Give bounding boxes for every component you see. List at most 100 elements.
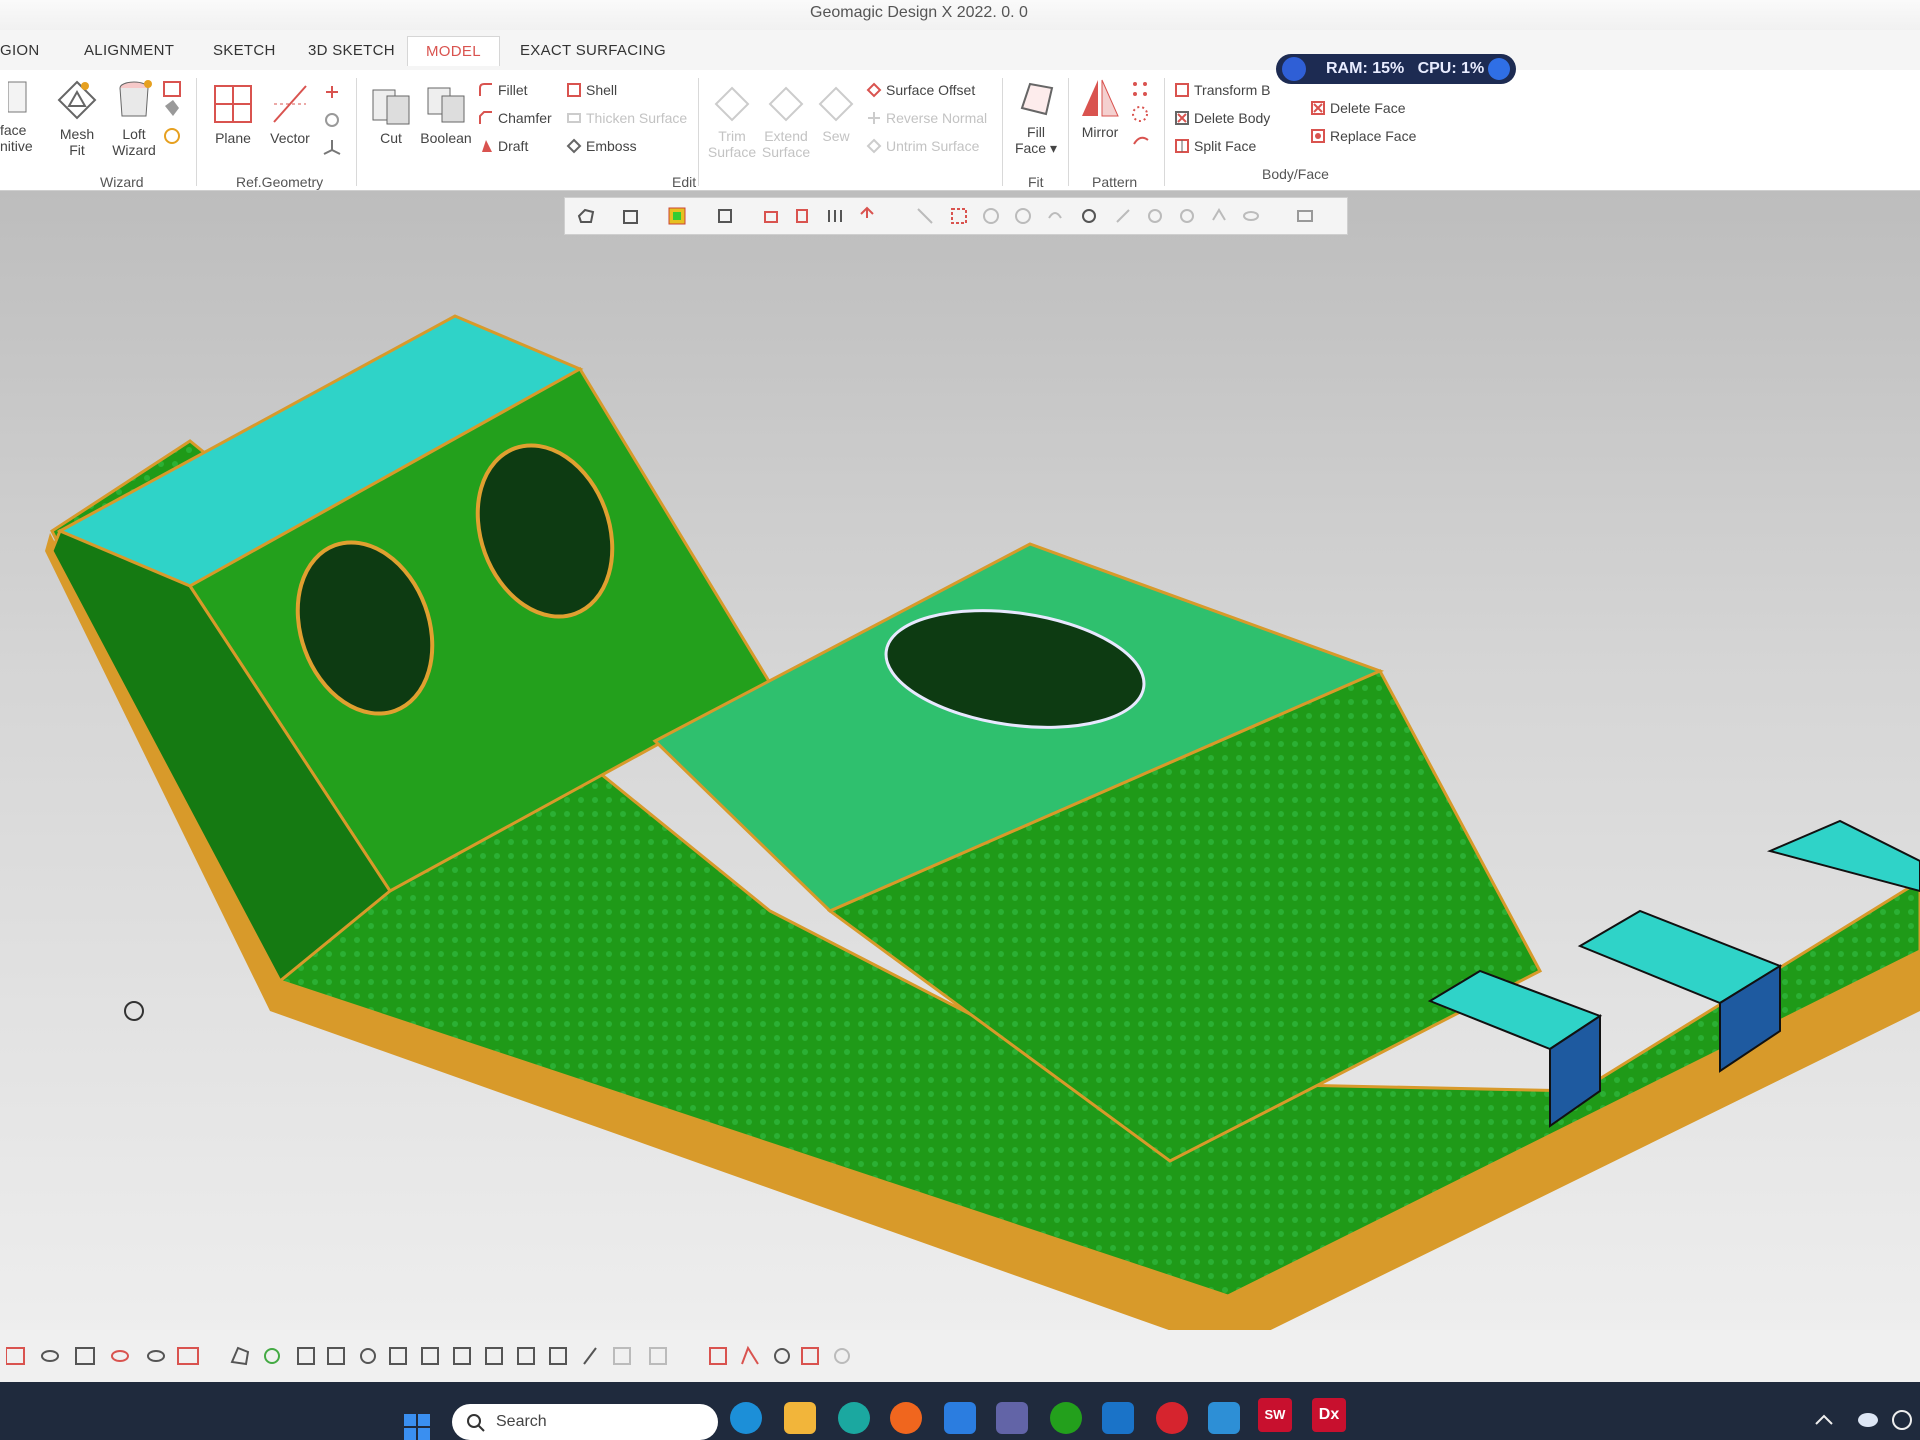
ribbon-panel: face nitive Mesh Fit Loft Wizard Wizard … xyxy=(0,70,1920,191)
right-step-3 xyxy=(1766,819,1920,893)
mirror-icon xyxy=(1082,79,1119,117)
chamfer-label: Chamfer xyxy=(498,110,552,126)
windows-start-icon[interactable] xyxy=(404,1414,434,1440)
edge-browser-icon[interactable] xyxy=(838,1402,870,1434)
replace-face-icon xyxy=(1311,129,1325,143)
edit-group-label: Edit xyxy=(672,174,697,190)
cpu-usage: CPU: 1% xyxy=(1417,60,1485,77)
outlook-icon[interactable] xyxy=(1102,1402,1134,1434)
photos-icon[interactable] xyxy=(1208,1402,1240,1434)
firefox-icon[interactable] xyxy=(890,1402,922,1434)
loft-wizard-label-b: Wizard xyxy=(112,142,156,158)
extend-surface-button[interactable]: Extend Surface xyxy=(760,84,812,160)
ribbon-tabs: GION ALIGNMENT SKETCH 3D SKETCH MODEL EX… xyxy=(0,30,1920,70)
delete-face-icon xyxy=(1311,101,1325,115)
solidworks-icon[interactable]: SW xyxy=(1258,1398,1292,1432)
boolean-icon xyxy=(427,87,465,123)
taskbar-search-box[interactable]: Search xyxy=(452,1404,718,1440)
vector-button[interactable]: Vector xyxy=(264,82,316,146)
performance-monitor[interactable]: RAM: 15% CPU: 1% xyxy=(1276,54,1516,84)
shell-label: Shell xyxy=(586,82,618,98)
ref-point-tools-icon[interactable] xyxy=(320,82,344,158)
reverse-normal-icon xyxy=(868,112,880,124)
emboss-button[interactable]: Emboss xyxy=(566,138,637,154)
delete-body-button[interactable]: Delete Body xyxy=(1174,110,1270,126)
thicken-surface-button[interactable]: Thicken Surface xyxy=(566,110,687,126)
shell-icon xyxy=(567,83,581,97)
delete-body-label: Delete Body xyxy=(1194,110,1271,126)
mesh-fit-button[interactable]: Mesh Fit xyxy=(52,78,102,158)
plane-label: Plane xyxy=(215,130,251,146)
chamfer-icon xyxy=(479,111,492,124)
copilot-icon[interactable] xyxy=(730,1402,762,1434)
fillet-icon xyxy=(479,83,492,96)
fill-face-label-a: Fill xyxy=(1027,124,1045,140)
ribbon-divider xyxy=(1002,78,1003,186)
tab-sketch[interactable]: SKETCH xyxy=(213,42,276,59)
surface-offset-icon xyxy=(866,82,882,98)
transform-body-label: Transform B xyxy=(1194,82,1271,98)
fill-face-button[interactable]: Fill Face ▾ xyxy=(1010,78,1062,156)
design-x-app-icon[interactable]: Dx xyxy=(1312,1398,1346,1432)
loft-wizard-label-a: Loft xyxy=(122,126,146,142)
cut-label: Cut xyxy=(380,130,402,146)
split-face-button[interactable]: Split Face xyxy=(1174,138,1256,154)
tab-model[interactable]: MODEL xyxy=(407,36,500,66)
loft-wizard-icon xyxy=(119,80,152,117)
sew-button[interactable]: Sew xyxy=(814,84,858,144)
red-app-icon[interactable] xyxy=(1156,1402,1188,1434)
delete-body-icon xyxy=(1175,111,1189,125)
ribbon-divider xyxy=(196,78,197,186)
sew-label: Sew xyxy=(822,128,850,144)
transform-body-button[interactable]: Transform B xyxy=(1174,82,1271,98)
draft-icon xyxy=(482,140,492,152)
arrow-right-icon[interactable] xyxy=(1488,58,1510,80)
ribbon-divider xyxy=(356,78,357,186)
calendar-app-icon[interactable] xyxy=(944,1402,976,1434)
mesh-fit-icon xyxy=(57,80,97,120)
visibility-toggle-icons[interactable] xyxy=(6,1344,206,1368)
extend-surface-label-b: Surface xyxy=(761,144,811,160)
teams-icon[interactable] xyxy=(996,1402,1028,1434)
system-tray-icons[interactable] xyxy=(1812,1404,1912,1434)
surface-primitive-icon xyxy=(8,81,27,113)
shell-button[interactable]: Shell xyxy=(566,82,617,98)
fillet-button[interactable]: Fillet xyxy=(478,82,528,98)
tab-region[interactable]: GION xyxy=(0,42,40,59)
extend-surface-label-a: Extend xyxy=(764,128,808,144)
surface-offset-button[interactable]: Surface Offset xyxy=(866,82,975,98)
emboss-label: Emboss xyxy=(586,138,637,154)
surface-primitive-button[interactable]: face nitive xyxy=(0,78,40,154)
cut-icon xyxy=(372,89,410,125)
draft-button[interactable]: Draft xyxy=(478,138,528,154)
vector-label: Vector xyxy=(270,130,310,146)
wizard-small-tools-icon[interactable] xyxy=(162,80,184,146)
trim-surface-button[interactable]: Trim Surface xyxy=(706,84,758,160)
replace-face-label: Replace Face xyxy=(1330,128,1417,144)
boolean-label: Boolean xyxy=(420,130,472,146)
body-face-group-label: Body/Face xyxy=(1262,166,1329,182)
plane-button[interactable]: Plane xyxy=(208,82,258,146)
rocket-icon xyxy=(1282,57,1306,81)
untrim-surface-label: Untrim Surface xyxy=(886,138,980,154)
filter-select-icons[interactable] xyxy=(228,1344,868,1368)
replace-face-button[interactable]: Replace Face xyxy=(1310,128,1416,144)
tab-3d-sketch[interactable]: 3D SKETCH xyxy=(308,42,395,59)
loft-wizard-button[interactable]: Loft Wizard xyxy=(106,78,162,158)
mirror-button[interactable]: Mirror xyxy=(1074,76,1126,140)
untrim-surface-button[interactable]: Untrim Surface xyxy=(866,138,979,154)
chamfer-button[interactable]: Chamfer xyxy=(478,110,552,126)
tab-alignment[interactable]: ALIGNMENT xyxy=(84,42,174,59)
reverse-normal-button[interactable]: Reverse Normal xyxy=(866,110,987,126)
scanned-part-model[interactable] xyxy=(0,191,1920,1366)
tab-exact-surfacing[interactable]: EXACT SURFACING xyxy=(520,42,666,59)
cut-button[interactable]: Cut xyxy=(366,82,416,146)
delete-face-button[interactable]: Delete Face xyxy=(1310,100,1405,116)
upwork-icon[interactable] xyxy=(1050,1402,1082,1434)
file-explorer-icon[interactable] xyxy=(784,1402,816,1434)
pattern-tools-icon[interactable] xyxy=(1130,78,1152,158)
chevron-down-icon: ▾ xyxy=(1049,140,1058,156)
fill-face-icon xyxy=(1020,82,1054,116)
boolean-button[interactable]: Boolean xyxy=(418,82,474,146)
vector-icon xyxy=(273,85,307,123)
